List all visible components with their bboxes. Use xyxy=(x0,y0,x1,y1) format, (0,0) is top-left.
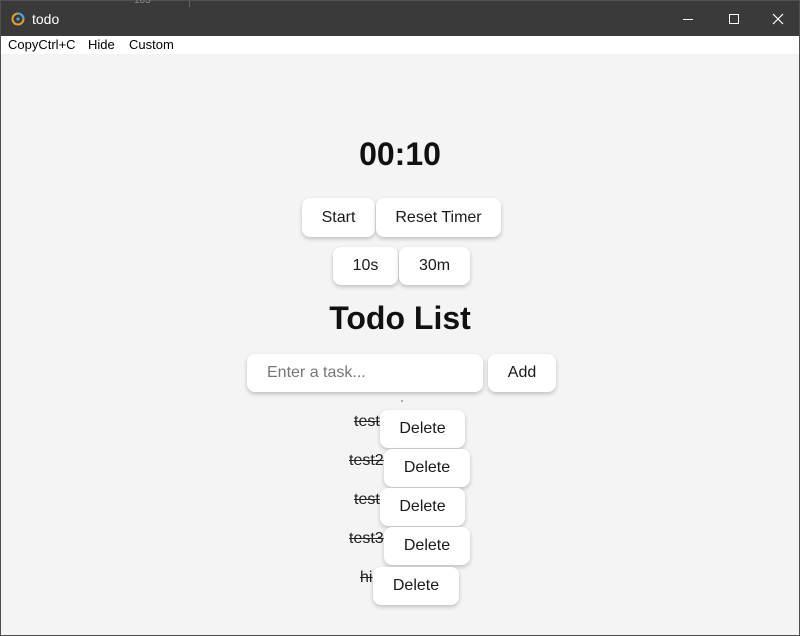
title-bar[interactable]: 183 todo xyxy=(1,0,800,36)
reset-timer-button[interactable]: Reset Timer xyxy=(376,198,501,237)
delete-button[interactable]: Delete xyxy=(380,410,465,448)
delete-button[interactable]: Delete xyxy=(384,527,470,565)
menu-bar: CopyCtrl+C Hide Custom xyxy=(1,36,799,54)
app-logo-icon xyxy=(11,12,25,26)
start-button[interactable]: Start xyxy=(302,198,375,237)
add-button[interactable]: Add xyxy=(488,354,556,392)
delete-button[interactable]: Delete xyxy=(373,567,459,605)
minimize-button[interactable] xyxy=(665,1,711,36)
menu-item-copy[interactable]: CopyCtrl+C xyxy=(8,37,76,52)
app-window: 183 todo CopyCtrl+C Hide Custom 00:10 St… xyxy=(0,0,800,636)
todo-item-text[interactable]: test3 xyxy=(349,530,384,548)
preset-30m-button[interactable]: 30m xyxy=(399,247,470,285)
background-tab-text: 183 xyxy=(134,0,151,6)
close-button[interactable] xyxy=(755,1,800,36)
timer-display: 00:10 xyxy=(359,136,441,172)
todo-item-text[interactable]: test2 xyxy=(349,452,384,470)
todo-item-text[interactable]: test xyxy=(354,413,380,431)
minimize-icon xyxy=(683,18,693,20)
maximize-button[interactable] xyxy=(711,1,757,36)
window-title: todo xyxy=(32,11,60,27)
background-tab-divider xyxy=(189,1,190,7)
delete-button[interactable]: Delete xyxy=(380,488,465,526)
menu-item-hide[interactable]: Hide xyxy=(88,37,115,52)
maximize-icon xyxy=(729,13,739,24)
separator-dot xyxy=(401,400,403,402)
main-content: 00:10 Start Reset Timer 10s 30m Todo Lis… xyxy=(1,54,799,635)
todo-item-text[interactable]: hi xyxy=(360,569,372,587)
task-input[interactable] xyxy=(247,354,483,392)
close-icon xyxy=(772,13,784,24)
preset-10s-button[interactable]: 10s xyxy=(333,247,398,285)
todo-item-text[interactable]: test xyxy=(354,491,380,509)
menu-item-custom[interactable]: Custom xyxy=(129,37,174,52)
delete-button[interactable]: Delete xyxy=(384,449,470,487)
todo-heading: Todo List xyxy=(329,300,471,336)
